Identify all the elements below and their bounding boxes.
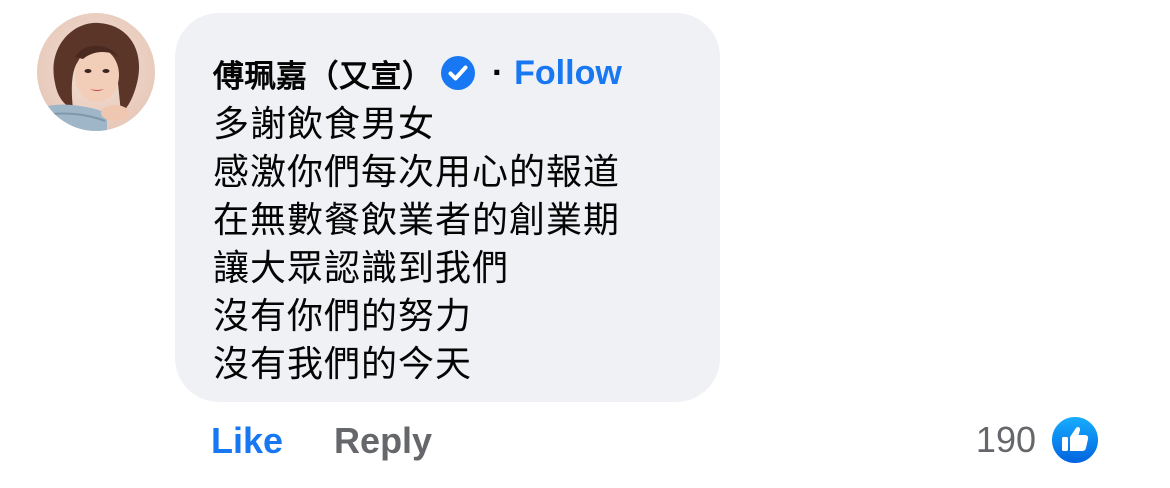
comment-line: 在無數餐飲業者的創業期	[213, 200, 621, 241]
comment-line: 讓大眾認識到我們	[213, 248, 510, 289]
comment-text: 多謝飲食男女 感激你們每次用心的報道 在無數餐飲業者的創業期 讓大眾認識到我們 …	[213, 101, 720, 389]
comment-line: 沒有你們的努力	[213, 296, 473, 337]
avatar[interactable]	[37, 13, 155, 131]
reaction-count: 190	[975, 419, 1036, 460]
separator-dot: ·	[491, 56, 503, 89]
author-row: 傅珮嘉（又宣） · Follow	[213, 51, 720, 95]
profile-photo-icon	[37, 13, 155, 131]
comment-line: 多謝飲食男女	[213, 104, 436, 145]
verified-badge-icon	[440, 55, 476, 91]
author-name[interactable]: 傅珮嘉（又宣）	[213, 51, 434, 96]
follow-button[interactable]: Follow	[514, 54, 622, 93]
reaction-summary[interactable]: 190	[976, 414, 1100, 466]
comment-line: 感激你們每次用心的報道	[213, 152, 621, 193]
reply-button[interactable]: Reply	[334, 420, 432, 462]
comment-bubble: 傅珮嘉（又宣） · Follow 多謝飲食男女 感激你們每次用心的報道 在無數餐…	[175, 13, 720, 402]
comment: 傅珮嘉（又宣） · Follow 多謝飲食男女 感激你們每次用心的報道 在無數餐…	[0, 0, 1170, 488]
comment-line: 沒有我們的今天	[213, 344, 473, 385]
like-button[interactable]: Like	[211, 420, 283, 462]
like-reaction-icon	[1050, 415, 1100, 465]
comment-actions: Like Reply	[211, 416, 432, 466]
